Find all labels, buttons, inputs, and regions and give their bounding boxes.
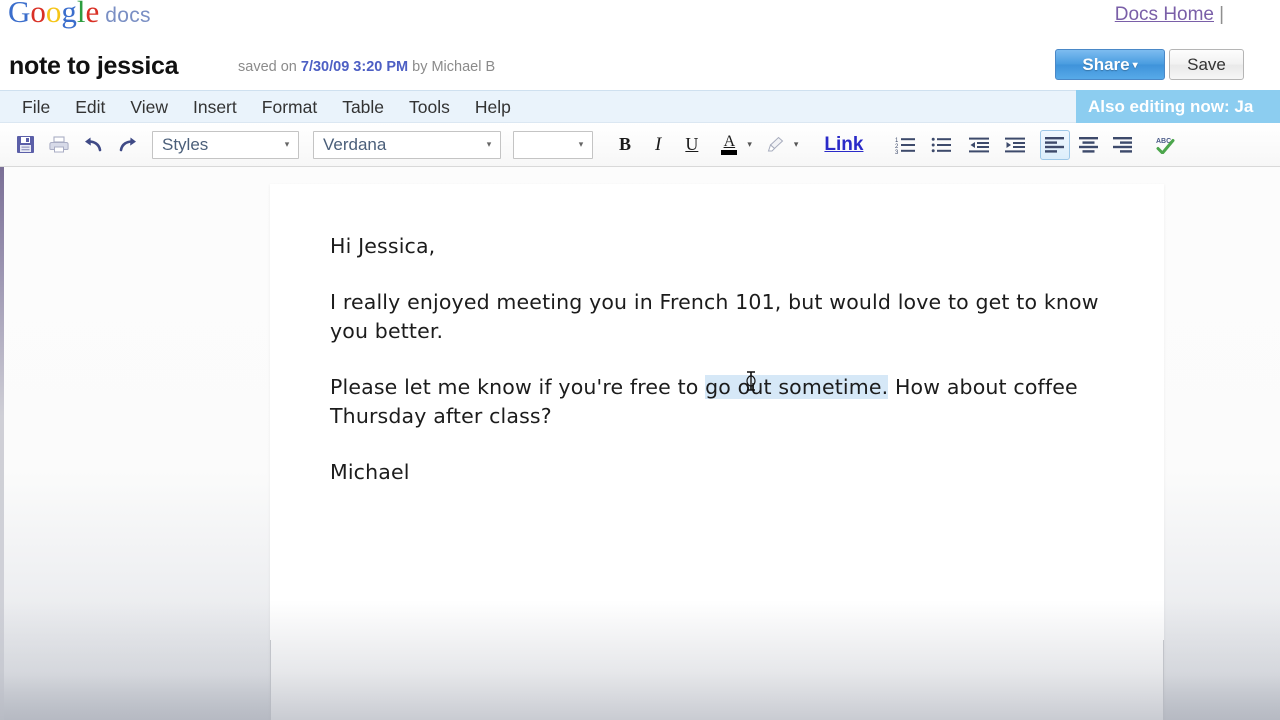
- insert-link-button[interactable]: Link: [815, 134, 872, 156]
- align-center-icon[interactable]: [1074, 130, 1104, 160]
- text-color-icon[interactable]: A: [714, 130, 744, 160]
- font-family-value: Verdana: [323, 134, 387, 154]
- share-button-label: Share: [1082, 55, 1130, 74]
- highlight-color-icon[interactable]: [761, 130, 791, 160]
- menu-item-edit[interactable]: Edit: [63, 94, 118, 121]
- decrease-indent-icon[interactable]: [964, 130, 994, 160]
- menu-item-file[interactable]: File: [10, 94, 63, 121]
- increase-indent-icon[interactable]: [1000, 130, 1030, 160]
- menu-item-table[interactable]: Table: [330, 94, 397, 121]
- paragraph-signature[interactable]: Michael: [330, 458, 1105, 487]
- chevron-down-icon: ▾: [578, 139, 584, 149]
- logo-letter-g1: G: [8, 0, 31, 29]
- saved-status: saved on 7/30/09 3:20 PM by Michael B: [238, 59, 495, 75]
- paragraph-body-1[interactable]: I really enjoyed meeting you in French 1…: [330, 288, 1105, 346]
- menu-item-format[interactable]: Format: [250, 94, 330, 121]
- text-color-swatch: [721, 150, 738, 155]
- menu-item-insert[interactable]: Insert: [181, 94, 250, 121]
- share-button[interactable]: Share ▾: [1055, 49, 1165, 80]
- redo-icon[interactable]: [112, 130, 142, 160]
- logo-letter-e: e: [85, 0, 100, 29]
- styles-dropdown[interactable]: Styles ▾: [152, 130, 299, 159]
- undo-icon[interactable]: [78, 130, 108, 160]
- logo-letter-o1: o: [30, 0, 46, 29]
- document-canvas: Hi Jessica, I really enjoyed meeting you…: [0, 167, 1280, 720]
- saved-author: by Michael B: [408, 59, 496, 75]
- chevron-down-icon[interactable]: ▾: [794, 139, 799, 150]
- selected-text[interactable]: go out sometime.: [705, 375, 889, 399]
- svg-text:3: 3: [895, 150, 899, 154]
- save-button[interactable]: Save: [1169, 49, 1244, 80]
- video-frame-line-right: [1163, 640, 1164, 720]
- docs-home-link[interactable]: Docs Home: [1115, 4, 1214, 26]
- print-icon[interactable]: [44, 130, 74, 160]
- document-page[interactable]: Hi Jessica, I really enjoyed meeting you…: [270, 184, 1164, 720]
- video-frame-line-left: [270, 640, 271, 720]
- menu-item-tools[interactable]: Tools: [397, 94, 463, 121]
- underline-button[interactable]: U: [677, 134, 706, 155]
- document-title[interactable]: note to jessica: [9, 52, 178, 81]
- chevron-down-icon: ▾: [1132, 60, 1138, 71]
- chevron-down-icon: ▾: [486, 139, 492, 149]
- save-icon[interactable]: [10, 130, 40, 160]
- logo-product-name: docs: [105, 4, 151, 27]
- paragraph-body-2-pre: Please let me know if you're free to: [330, 375, 706, 399]
- menu-items: File Edit View Insert Format Table Tools…: [10, 91, 524, 124]
- also-editing-banner[interactable]: Also editing now: Ja: [1076, 90, 1280, 123]
- chevron-down-icon: ▾: [284, 139, 290, 149]
- paragraph-body-2[interactable]: Please let me know if you're free to go …: [330, 373, 1105, 431]
- align-left-icon[interactable]: [1040, 129, 1071, 160]
- text-color-letter: A: [723, 133, 736, 150]
- spellcheck-icon[interactable]: ABC: [1150, 130, 1180, 160]
- google-docs-window: Google docs Docs Home | note to jessica s…: [0, 0, 1280, 720]
- font-family-dropdown[interactable]: Verdana ▾: [313, 130, 501, 159]
- left-rail: [0, 167, 4, 720]
- google-docs-logo[interactable]: Google docs: [8, 0, 151, 30]
- app-header: Google docs Docs Home | note to jessica s…: [0, 0, 1280, 90]
- italic-button[interactable]: I: [647, 134, 669, 156]
- logo-letter-l: l: [76, 0, 86, 29]
- saved-prefix: saved on: [238, 59, 301, 75]
- logo-letter-o2: o: [45, 0, 62, 29]
- align-right-icon[interactable]: [1108, 130, 1138, 160]
- paragraph-greeting[interactable]: Hi Jessica,: [330, 232, 1105, 261]
- docs-home-separator: |: [1219, 4, 1224, 25]
- logo-letter-g2: g: [61, 0, 77, 29]
- numbered-list-icon[interactable]: 1 2 3: [890, 130, 920, 160]
- formatting-toolbar: Styles ▾ Verdana ▾ ▾ B I U A ▾ ▾ Link 1 …: [0, 123, 1280, 167]
- menu-item-view[interactable]: View: [118, 94, 181, 121]
- bold-button[interactable]: B: [611, 134, 639, 155]
- bullet-list-icon[interactable]: [926, 130, 956, 160]
- chevron-down-icon[interactable]: ▾: [747, 139, 752, 150]
- styles-dropdown-value: Styles: [162, 134, 209, 154]
- menu-item-help[interactable]: Help: [463, 94, 524, 121]
- font-size-dropdown[interactable]: ▾: [513, 130, 593, 159]
- document-text-body[interactable]: Hi Jessica, I really enjoyed meeting you…: [330, 232, 1105, 487]
- saved-timestamp: 7/30/09 3:20 PM: [300, 59, 409, 75]
